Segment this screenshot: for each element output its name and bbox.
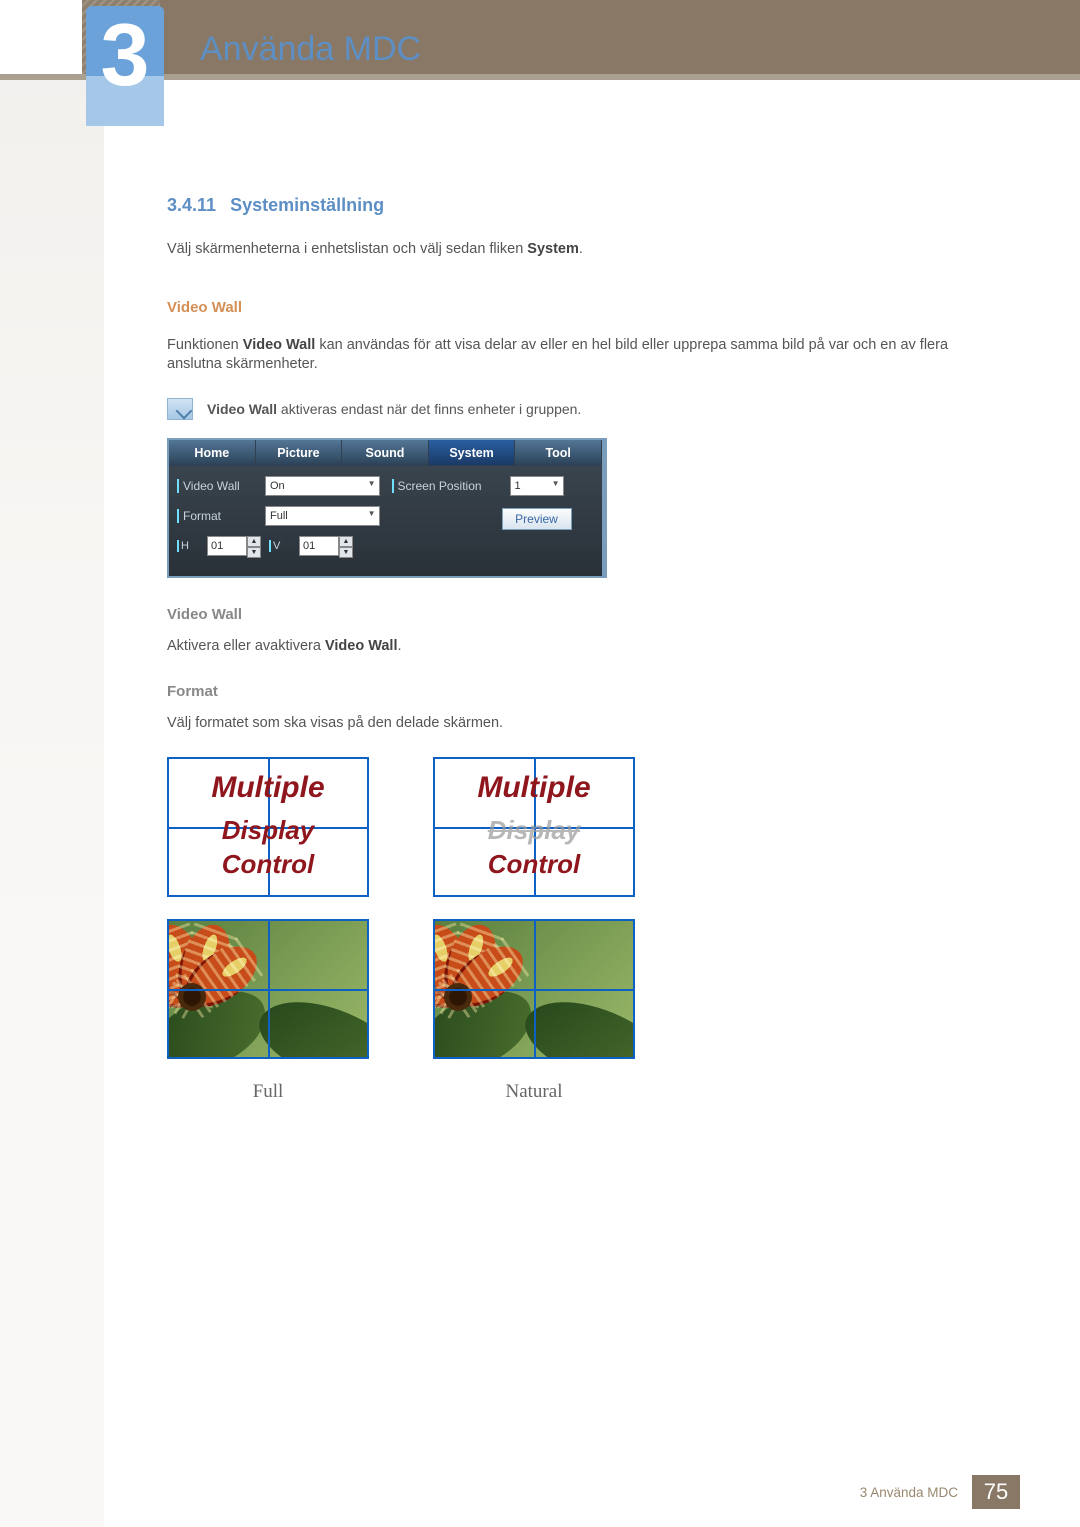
mdc-line3: Control bbox=[435, 849, 633, 880]
tab-home[interactable]: Home bbox=[169, 440, 256, 466]
tab-picture[interactable]: Picture bbox=[256, 440, 343, 466]
tab-sound[interactable]: Sound bbox=[342, 440, 429, 466]
mdc-right-column: Screen Position 1 Preview bbox=[392, 476, 595, 566]
grid-hline bbox=[435, 989, 633, 991]
format-select[interactable]: Full bbox=[265, 506, 380, 526]
v-value: 01 bbox=[299, 536, 339, 556]
flower-leaf bbox=[515, 981, 635, 1059]
note-rest: aktiveras endast när det finns enheter i… bbox=[277, 401, 581, 417]
video-wall-select[interactable]: On bbox=[265, 476, 380, 496]
h-label: H bbox=[177, 540, 199, 552]
mdc-left-column: Video Wall On Format Full H 01 ▲▼ V 01 bbox=[177, 476, 380, 566]
flower-leaf bbox=[249, 981, 369, 1059]
note-icon bbox=[167, 398, 193, 420]
natural-flower-box bbox=[433, 919, 635, 1059]
full-flower-box bbox=[167, 919, 369, 1059]
vw-desc-pre: Funktionen bbox=[167, 337, 243, 353]
header-white-corner bbox=[0, 0, 82, 74]
screen-position-row: Screen Position 1 bbox=[392, 476, 595, 496]
video-wall-sub-text: Aktivera eller avaktivera Video Wall. bbox=[167, 637, 997, 656]
format-examples-row-1: Multiple Display Control Multiple Displa… bbox=[167, 757, 997, 897]
format-subheading: Format bbox=[167, 683, 997, 700]
note-bold: Video Wall bbox=[207, 401, 277, 417]
natural-text-box: Multiple Display Control bbox=[433, 757, 635, 897]
tab-system[interactable]: System bbox=[429, 440, 516, 466]
format-sub-text: Välj formatet som ska visas på den delad… bbox=[167, 714, 997, 733]
page-footer: 3 Använda MDC 75 bbox=[860, 1475, 1020, 1509]
format-examples-row-2 bbox=[167, 919, 997, 1059]
full-text-example: Multiple Display Control bbox=[167, 757, 369, 897]
chapter-number: 3 bbox=[86, 10, 164, 100]
mdc-panel-body: Video Wall On Format Full H 01 ▲▼ V 01 bbox=[169, 466, 602, 576]
video-wall-row: Video Wall On bbox=[177, 476, 380, 496]
video-wall-heading: Video Wall bbox=[167, 299, 997, 316]
h-spinner[interactable]: 01 ▲▼ bbox=[207, 536, 261, 556]
screen-position-value: 1 bbox=[515, 480, 521, 492]
natural-text-example: Multiple Display Control bbox=[433, 757, 635, 897]
h-spin-buttons[interactable]: ▲▼ bbox=[247, 536, 261, 556]
intro-text-bold: System bbox=[527, 241, 579, 257]
note-row: Video Wall aktiveras endast när det finn… bbox=[167, 398, 997, 420]
section-title: Systeminställning bbox=[230, 195, 384, 215]
chapter-title: Använda MDC bbox=[200, 30, 421, 69]
mdc-line1: Multiple bbox=[435, 771, 633, 805]
chapter-badge: 3 bbox=[86, 6, 164, 126]
captions-row: Full Natural bbox=[167, 1081, 997, 1103]
mdc-line1: Multiple bbox=[169, 771, 367, 805]
vw-sub-bold: Video Wall bbox=[325, 638, 398, 654]
intro-text-post: . bbox=[579, 241, 583, 257]
h-value: 01 bbox=[207, 536, 247, 556]
screen-position-select[interactable]: 1 bbox=[510, 476, 564, 496]
vw-sub-post: . bbox=[397, 638, 401, 654]
v-spin-buttons[interactable]: ▲▼ bbox=[339, 536, 353, 556]
full-text-box: Multiple Display Control bbox=[167, 757, 369, 897]
mdc-line2: Display bbox=[169, 815, 367, 846]
video-wall-description: Funktionen Video Wall kan användas för a… bbox=[167, 336, 997, 374]
grid-hline bbox=[169, 989, 367, 991]
section-heading: 3.4.11 Systeminställning bbox=[167, 195, 997, 216]
footer-label: 3 Använda MDC bbox=[860, 1485, 972, 1500]
vw-sub-pre: Aktivera eller avaktivera bbox=[167, 638, 325, 654]
video-wall-subheading: Video Wall bbox=[167, 606, 997, 623]
mdc-line2: Display bbox=[435, 815, 633, 846]
hv-row: H 01 ▲▼ V 01 ▲▼ bbox=[177, 536, 380, 556]
left-margin-strip bbox=[0, 80, 104, 1527]
format-value: Full bbox=[270, 510, 288, 522]
natural-flower-example bbox=[433, 919, 635, 1059]
v-label: V bbox=[269, 540, 291, 552]
page-content: 3.4.11 Systeminställning Välj skärmenhete… bbox=[167, 195, 997, 1103]
screen-position-label: Screen Position bbox=[392, 479, 502, 493]
video-wall-label: Video Wall bbox=[177, 479, 257, 493]
vw-desc-bold: Video Wall bbox=[243, 337, 316, 353]
v-spinner[interactable]: 01 ▲▼ bbox=[299, 536, 353, 556]
footer-page-number: 75 bbox=[972, 1475, 1020, 1509]
caption-full: Full bbox=[167, 1081, 369, 1103]
section-number: 3.4.11 bbox=[167, 195, 216, 215]
video-wall-value: On bbox=[270, 480, 285, 492]
mdc-system-panel: Home Picture Sound System Tool Video Wal… bbox=[167, 438, 607, 578]
format-row: Format Full bbox=[177, 506, 380, 526]
mdc-line3: Control bbox=[169, 849, 367, 880]
format-label: Format bbox=[177, 509, 257, 523]
intro-text-pre: Välj skärmenheterna i enhetslistan och v… bbox=[167, 241, 527, 257]
note-text: Video Wall aktiveras endast när det finn… bbox=[207, 401, 581, 417]
intro-paragraph: Välj skärmenheterna i enhetslistan och v… bbox=[167, 240, 997, 259]
caption-natural: Natural bbox=[433, 1081, 635, 1103]
preview-button[interactable]: Preview bbox=[502, 508, 572, 530]
tab-tool[interactable]: Tool bbox=[515, 440, 602, 466]
full-flower-example bbox=[167, 919, 369, 1059]
mdc-tabs: Home Picture Sound System Tool bbox=[169, 440, 602, 466]
